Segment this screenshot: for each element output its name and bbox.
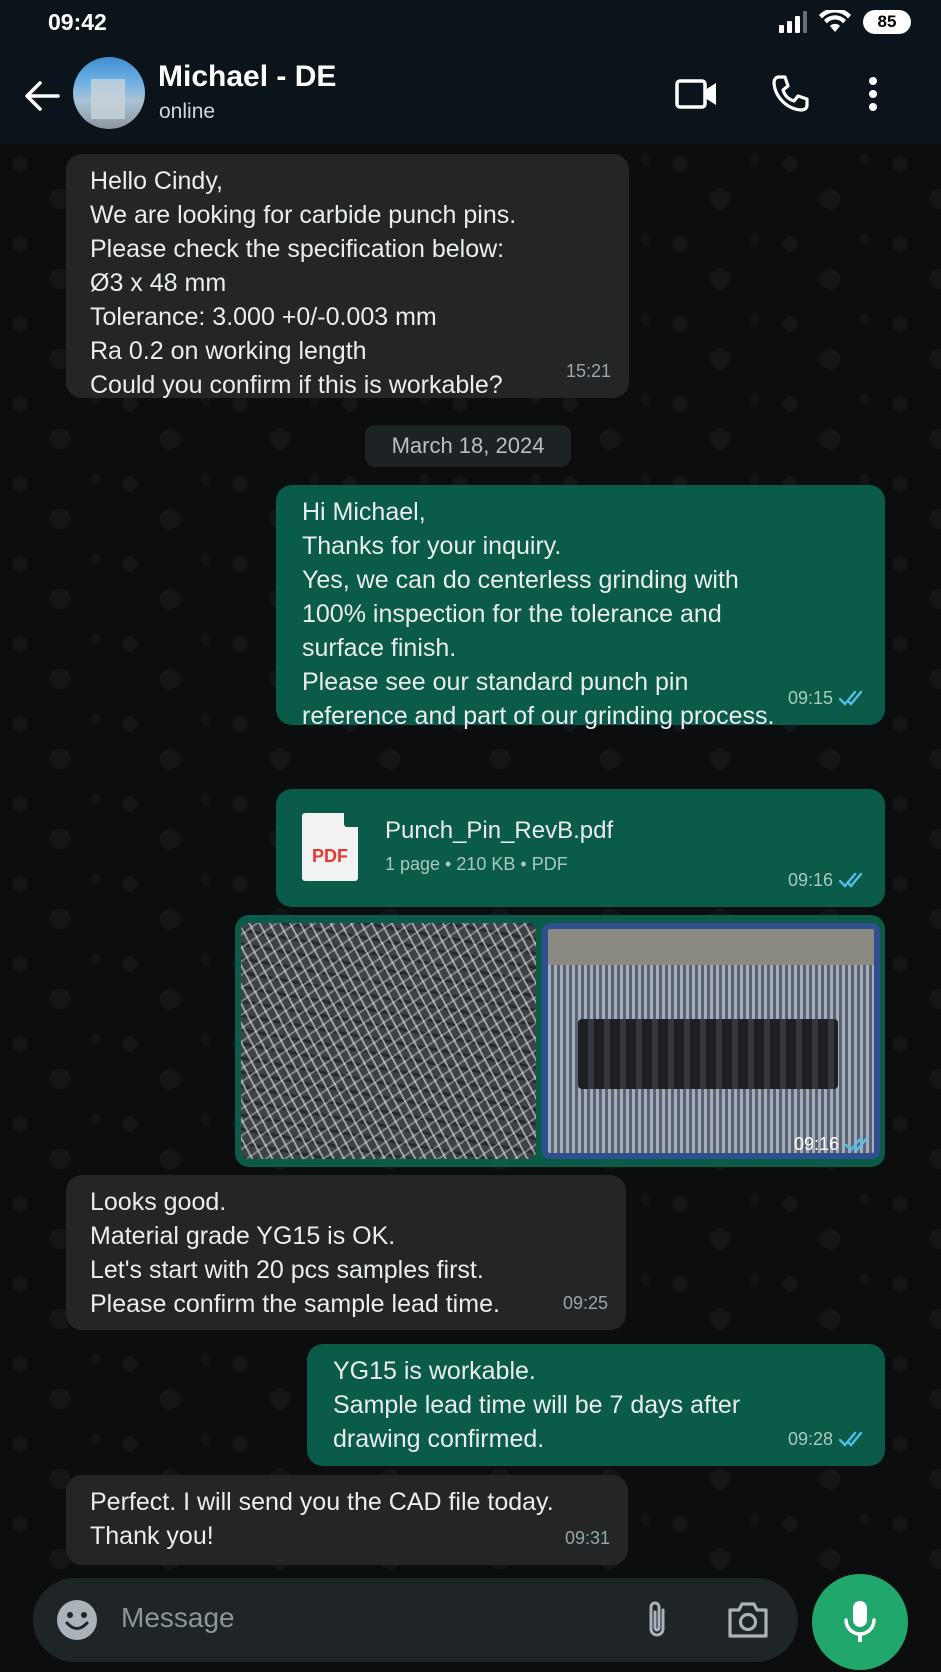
message-text: Perfect. I will send you the CAD file to… [90,1488,554,1516]
attach-icon [649,1601,665,1637]
message-meta: 09:25 [563,1286,608,1320]
status-icons: 85 [777,10,911,34]
message-meta: 15:21 [566,354,611,388]
message-meta: 09:31 [565,1521,610,1555]
images-message[interactable]: 09:16 [235,915,885,1167]
emoji-icon [57,1600,97,1640]
contact-name[interactable]: Michael - DE [158,60,336,94]
document-name[interactable]: Punch_Pin_RevB.pdf [385,814,613,848]
message-text: Please see our standard punch pin [302,668,689,696]
phone-icon [772,75,809,112]
battery-indicator: 85 [863,10,911,34]
double-tick-icon [839,1431,863,1447]
message-bubble-incoming[interactable]: Perfect. I will send you the CAD file to… [66,1475,628,1565]
camera-button[interactable] [725,1598,771,1642]
message-text: drawing confirmed. [333,1425,545,1453]
double-tick-icon [839,872,863,888]
message-meta: 09:16 [788,863,867,897]
back-button[interactable] [22,76,62,116]
message-bubble-incoming[interactable]: Hello Cindy, We are looking for carbide … [66,154,629,399]
message-text: Thank you! [90,1522,214,1550]
message-meta: 09:15 [788,681,867,715]
video-call-button[interactable] [673,70,721,118]
message-text: Looks good. [90,1188,227,1216]
camera-icon [728,1602,768,1638]
message-bubble-outgoing[interactable]: Hi Michael, Thanks for your inquiry. Yes… [276,485,885,730]
message-placeholder: Message [121,1602,235,1633]
message-text: Hi Michael, [302,498,426,526]
message-text: YG15 is workable. [333,1357,536,1385]
attach-button[interactable] [635,1598,679,1642]
more-vert-icon [869,77,877,111]
message-time: 09:28 [787,1429,833,1449]
message-text: reference and part of our grinding proce… [302,702,775,730]
message-text: Tolerance: 3.000 +0/-0.003 mm [90,303,437,331]
double-tick-icon [839,690,863,706]
input-bar: Message [0,1574,941,1672]
avatar[interactable] [73,57,145,129]
message-bubble-outgoing[interactable]: YG15 is workable. Sample lead time will … [307,1344,885,1466]
mic-button[interactable] [812,1574,908,1670]
message-time: 09:16 [787,870,833,890]
date-separator: March 18, 2024 [365,425,571,467]
back-arrow-icon [25,81,60,111]
voice-call-button[interactable] [766,70,814,118]
pdf-icon: PDF [302,813,358,881]
signal-icon [779,11,807,33]
message-text: surface finish. [302,634,457,662]
message-meta: 09:16 [794,1127,873,1161]
message-time: 09:15 [787,688,833,708]
message-text: Let's start with 20 pcs samples first. [90,1256,484,1284]
message-text: Please check the specification below: [90,235,505,263]
message-input[interactable]: Message [33,1578,798,1662]
message-text: We are looking for carbide punch pins. [90,201,517,229]
message-text: Material grade YG15 is OK. [90,1222,396,1250]
document-message[interactable]: PDF Punch_Pin_RevB.pdf 1 page • 210 KB •… [276,789,885,907]
message-bubble-incoming[interactable]: Looks good. Material grade YG15 is OK. L… [66,1175,626,1330]
message-text: Thanks for your inquiry. [302,532,562,560]
photo-punch-pins-tray[interactable] [542,923,880,1159]
chat-area[interactable]: Hello Cindy, We are looking for carbide … [0,144,941,1574]
message-text: Sample lead time will be 7 days after [333,1391,741,1419]
more-options-button[interactable] [849,70,897,118]
photo-punch-pins-pile[interactable] [241,923,536,1159]
message-text: Hello Cindy, [90,167,223,195]
message-text: 100% inspection for the tolerance and [302,600,722,628]
message-text: Could you confirm if this is workable? [90,371,503,399]
chat-header: Michael - DE online [0,46,941,144]
avatar-image [91,79,125,119]
message-text: Yes, we can do centerless grinding with [302,566,739,594]
tray-divider [578,1019,838,1089]
message-meta: 09:28 [788,1422,867,1456]
message-text: Please confirm the sample lead time. [90,1290,500,1318]
document-info: 1 page • 210 KB • PDF [385,854,568,874]
mic-icon [844,1601,876,1642]
video-call-icon [675,79,716,109]
message-text: Ø3 x 48 mm [90,269,227,297]
double-tick-icon [845,1136,869,1152]
message-time: 15:21 [565,361,611,381]
status-time: 09:42 [48,9,107,35]
message-time: 09:31 [564,1528,610,1548]
message-text: Ra 0.2 on working length [90,337,367,365]
message-time: 09:25 [562,1293,608,1313]
emoji-button[interactable] [55,1598,99,1642]
pdf-icon-label: PDF [312,846,348,866]
status-bar: 09:42 85 [0,0,941,46]
contact-status: online [159,100,216,123]
message-time: 09:16 [793,1134,839,1154]
wifi-icon [819,10,851,32]
